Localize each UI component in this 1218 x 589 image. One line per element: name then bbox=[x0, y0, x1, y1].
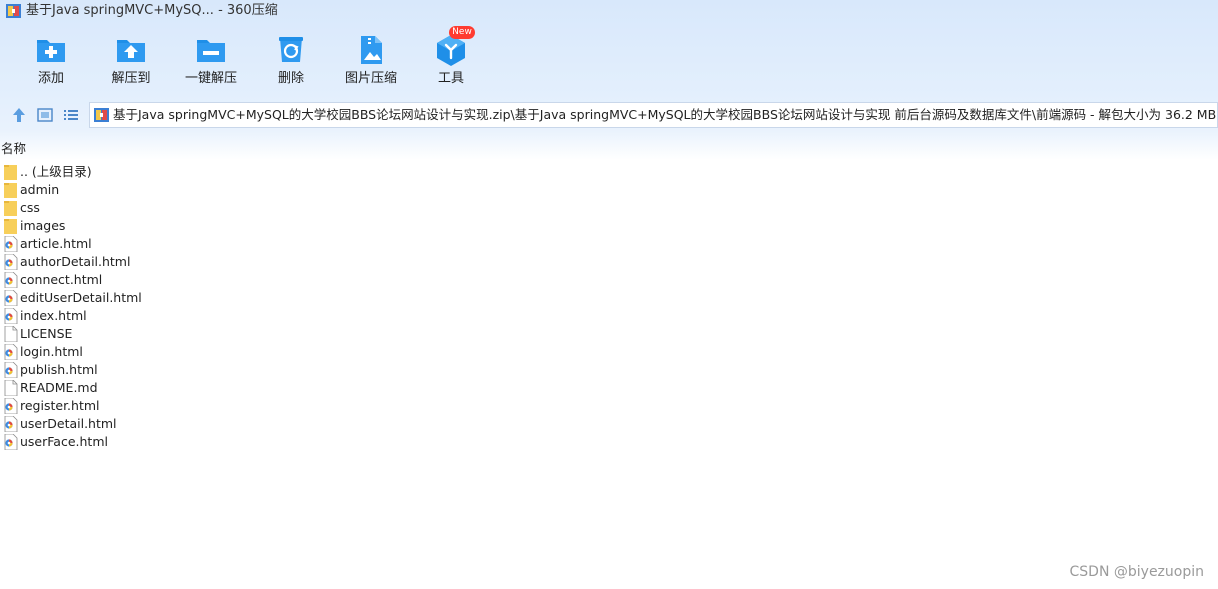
new-badge: New bbox=[449, 26, 475, 39]
window-title: 基于Java springMVC+MySQ... - 360压缩 bbox=[26, 3, 278, 18]
tools-button[interactable]: New 工具 bbox=[411, 26, 491, 90]
file-row[interactable]: LICENSE bbox=[0, 325, 600, 343]
file-row[interactable]: login.html bbox=[0, 343, 600, 361]
file-name: LICENSE bbox=[20, 326, 73, 341]
column-name-label: 名称 bbox=[1, 141, 27, 156]
document-file-icon bbox=[4, 380, 18, 396]
file-name: login.html bbox=[20, 344, 83, 359]
document-file-icon bbox=[4, 326, 18, 342]
file-row[interactable]: connect.html bbox=[0, 271, 600, 289]
list-view-icon[interactable] bbox=[62, 106, 80, 124]
html-file-icon bbox=[4, 272, 18, 288]
file-row[interactable]: article.html bbox=[0, 235, 600, 253]
column-header[interactable]: 名称 bbox=[0, 140, 1218, 158]
html-file-icon bbox=[4, 308, 18, 324]
add-folder-icon bbox=[37, 40, 65, 62]
add-button[interactable]: 添加 bbox=[11, 32, 91, 90]
html-file-icon bbox=[4, 398, 18, 414]
one-click-extract-button[interactable]: 一键解压 bbox=[171, 32, 251, 90]
tools-label: 工具 bbox=[437, 71, 464, 86]
html-file-icon bbox=[4, 254, 18, 270]
file-row[interactable]: authorDetail.html bbox=[0, 253, 600, 271]
archive-app-icon bbox=[6, 4, 21, 18]
folder-row[interactable]: admin bbox=[0, 181, 600, 199]
image-compress-icon bbox=[361, 36, 382, 64]
html-file-icon bbox=[4, 344, 18, 360]
extract-to-icon bbox=[117, 40, 145, 62]
file-row[interactable]: userDetail.html bbox=[0, 415, 600, 433]
folder-icon bbox=[4, 183, 17, 198]
folder-row[interactable]: css bbox=[0, 199, 600, 217]
file-name: .. (上级目录) bbox=[20, 164, 92, 179]
title-bar: 基于Java springMVC+MySQ... - 360压缩 bbox=[0, 0, 1218, 22]
one-click-extract-label: 一键解压 bbox=[184, 71, 237, 86]
html-file-icon bbox=[4, 362, 18, 378]
file-name: editUserDetail.html bbox=[20, 290, 142, 305]
file-name: images bbox=[20, 218, 66, 233]
file-row[interactable]: userFace.html bbox=[0, 433, 600, 451]
file-row[interactable]: README.md bbox=[0, 379, 600, 397]
file-row[interactable]: publish.html bbox=[0, 361, 600, 379]
path-text: 基于Java springMVC+MySQL的大学校园BBS论坛网站设计与实现.… bbox=[113, 107, 1217, 122]
folder-row[interactable]: .. (上级目录) bbox=[0, 163, 600, 181]
image-compress-button[interactable]: 图片压缩 bbox=[331, 32, 411, 90]
file-row[interactable]: index.html bbox=[0, 307, 600, 325]
file-name: connect.html bbox=[20, 272, 103, 287]
file-name: userDetail.html bbox=[20, 416, 117, 431]
thumbnail-view-icon[interactable] bbox=[36, 106, 54, 124]
file-name: register.html bbox=[20, 398, 100, 413]
file-list: .. (上级目录) admin css images article.html autho… bbox=[0, 163, 600, 451]
file-name: authorDetail.html bbox=[20, 254, 131, 269]
folder-icon bbox=[4, 165, 17, 180]
html-file-icon bbox=[4, 416, 18, 432]
archive-file-icon bbox=[94, 108, 109, 122]
html-file-icon bbox=[4, 290, 18, 306]
file-name: publish.html bbox=[20, 362, 98, 377]
folder-icon bbox=[4, 219, 17, 234]
file-name: README.md bbox=[20, 380, 98, 395]
file-row[interactable]: editUserDetail.html bbox=[0, 289, 600, 307]
file-row[interactable]: register.html bbox=[0, 397, 600, 415]
delete-label: 删除 bbox=[277, 71, 304, 86]
folder-icon bbox=[4, 201, 17, 216]
watermark: CSDN @biyezuopin bbox=[1069, 564, 1204, 580]
file-name: css bbox=[20, 200, 40, 215]
file-name: userFace.html bbox=[20, 434, 108, 449]
add-label: 添加 bbox=[37, 71, 64, 86]
image-compress-label: 图片压缩 bbox=[344, 71, 397, 86]
folder-row[interactable]: images bbox=[0, 217, 600, 235]
address-bar[interactable]: 基于Java springMVC+MySQL的大学校园BBS论坛网站设计与实现.… bbox=[89, 102, 1218, 128]
file-name: article.html bbox=[20, 236, 92, 251]
extract-to-label: 解压到 bbox=[111, 71, 151, 86]
html-file-icon bbox=[4, 236, 18, 252]
up-arrow-icon[interactable] bbox=[10, 106, 28, 124]
delete-button[interactable]: 删除 bbox=[251, 32, 331, 90]
recycle-delete-icon bbox=[279, 37, 303, 62]
file-name: admin bbox=[20, 182, 60, 197]
one-click-extract-icon bbox=[197, 40, 225, 62]
extract-to-button[interactable]: 解压到 bbox=[91, 32, 171, 90]
html-file-icon bbox=[4, 434, 18, 450]
file-name: index.html bbox=[20, 308, 87, 323]
